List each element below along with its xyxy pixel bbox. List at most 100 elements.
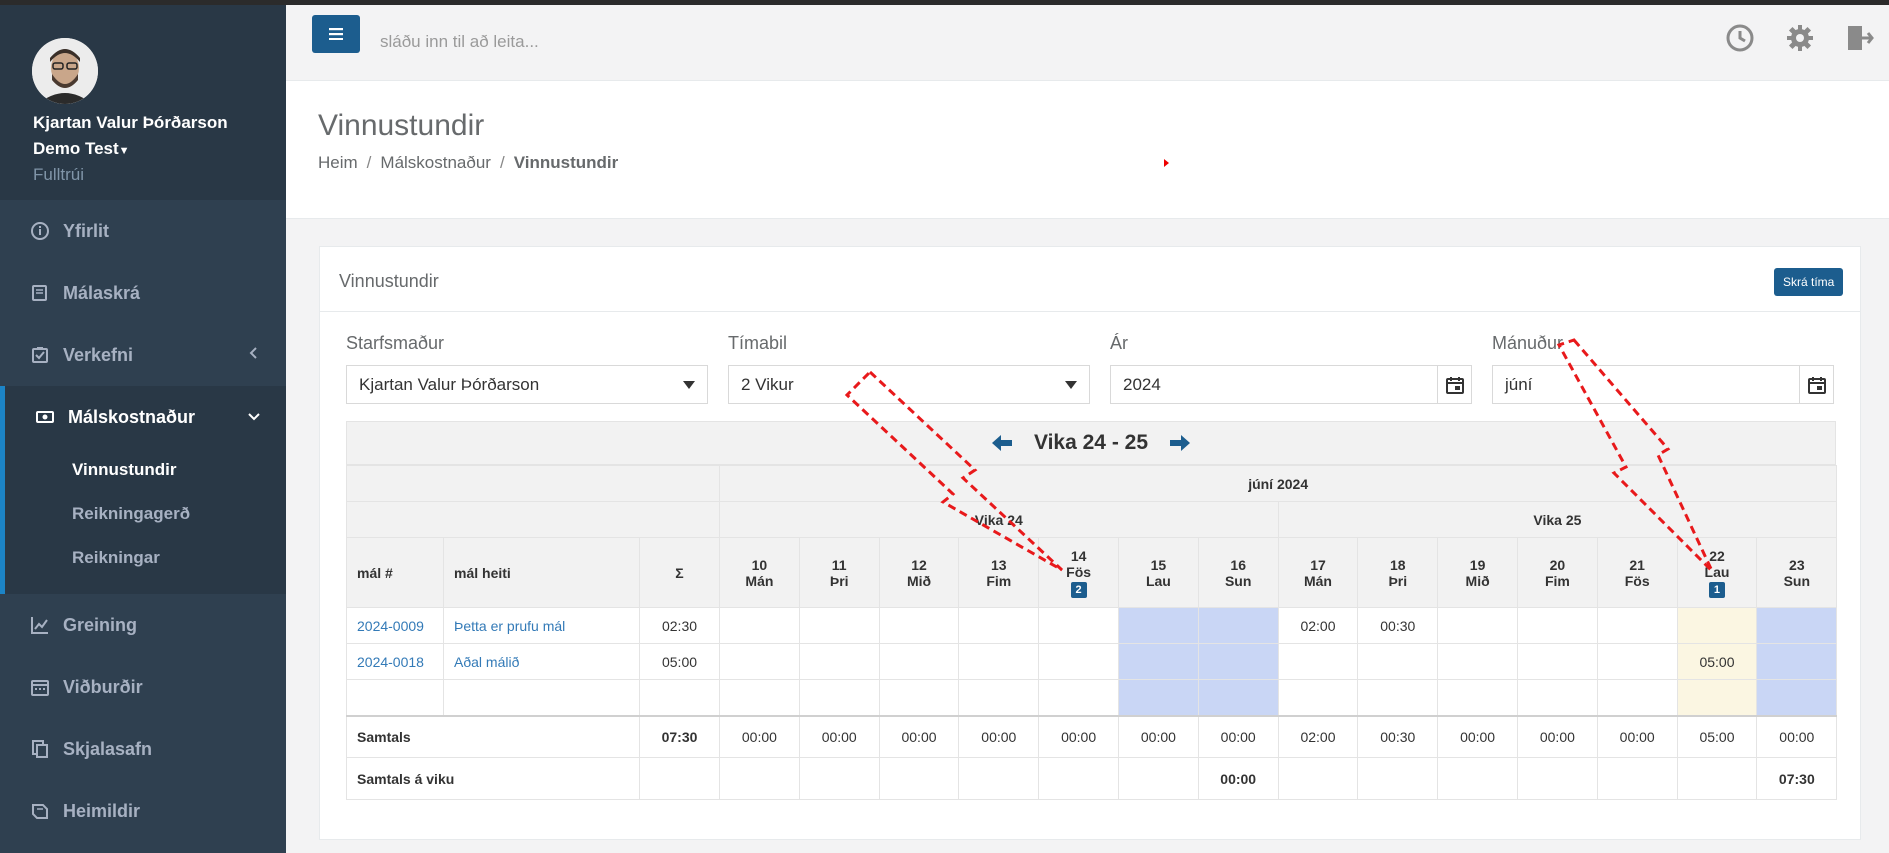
entry-count-badge[interactable]: 1 bbox=[1708, 581, 1726, 598]
month-field[interactable]: júní bbox=[1492, 365, 1834, 404]
sidebar-subitem-vinnustundir[interactable]: Vinnustundir bbox=[5, 448, 286, 492]
breadcrumb-home[interactable]: Heim bbox=[318, 153, 358, 172]
sidebar-item-malskostnadur-header[interactable]: Málskostnaður bbox=[5, 386, 286, 448]
time-cell[interactable] bbox=[1277, 679, 1359, 716]
time-cell[interactable] bbox=[1277, 643, 1359, 680]
period-value: 2 Vikur bbox=[741, 374, 794, 394]
month-header-row: júní 2024 bbox=[345, 465, 1838, 502]
gear-icon[interactable] bbox=[1785, 23, 1815, 53]
time-cell[interactable] bbox=[719, 607, 800, 644]
day-name: Fim bbox=[986, 572, 1012, 589]
sidebar-item-vidburdir[interactable]: Viðburðir bbox=[0, 656, 286, 718]
sidebar-subitem-reikningagerd[interactable]: Reikningagerð bbox=[5, 492, 286, 536]
calendar-icon[interactable] bbox=[1437, 366, 1471, 403]
register-time-button[interactable]: Skrá tíma bbox=[1774, 268, 1844, 296]
time-cell[interactable] bbox=[1197, 643, 1279, 680]
time-cell[interactable] bbox=[1596, 607, 1678, 644]
info-icon bbox=[31, 222, 49, 240]
time-cell[interactable] bbox=[1038, 607, 1119, 644]
time-cell[interactable] bbox=[1516, 679, 1598, 716]
time-cell[interactable] bbox=[1197, 607, 1279, 644]
time-cell[interactable] bbox=[1516, 607, 1598, 644]
time-cell[interactable] bbox=[1118, 643, 1199, 680]
time-cell[interactable] bbox=[1197, 679, 1279, 716]
time-cell[interactable] bbox=[719, 679, 800, 716]
menu-toggle-button[interactable] bbox=[312, 15, 360, 53]
sidebar-item-label: Skjalasafn bbox=[63, 738, 153, 759]
time-cell[interactable] bbox=[1596, 679, 1678, 716]
employee-select[interactable]: Kjartan Valur Þórðarson bbox=[346, 365, 708, 404]
time-cell[interactable] bbox=[1437, 643, 1518, 680]
time-cell[interactable]: 02:00 bbox=[1277, 607, 1359, 644]
time-cell[interactable] bbox=[1437, 679, 1518, 716]
sidebar-item-label: Greining bbox=[63, 614, 138, 635]
logout-icon[interactable] bbox=[1844, 23, 1874, 53]
search-input[interactable] bbox=[380, 27, 800, 57]
day-number: 10 bbox=[751, 556, 768, 573]
avatar[interactable] bbox=[32, 38, 98, 104]
time-cell[interactable] bbox=[1357, 643, 1439, 680]
time-cell[interactable] bbox=[1756, 643, 1838, 680]
sidebar-item-malaskra[interactable]: Málaskrá bbox=[0, 262, 286, 324]
time-cell[interactable] bbox=[1676, 679, 1758, 716]
time-cell[interactable] bbox=[1038, 679, 1119, 716]
day-number: 17 bbox=[1310, 556, 1326, 573]
table-row: 2024-0018 Aðal málið 05:00 05:00 bbox=[346, 643, 1838, 680]
case-name-link[interactable]: Aðal málið bbox=[454, 654, 519, 670]
day-number: 18 bbox=[1390, 556, 1406, 573]
case-name-cell bbox=[443, 679, 640, 716]
sidebar-item-verkefni[interactable]: Verkefni bbox=[0, 324, 286, 386]
clock-icon[interactable] bbox=[1725, 23, 1755, 53]
chevron-left-icon bbox=[249, 347, 257, 359]
breadcrumb-malskostnadur[interactable]: Málskostnaður bbox=[380, 153, 491, 172]
day-header: 18 Þri bbox=[1357, 537, 1439, 608]
day-number: 19 bbox=[1469, 556, 1486, 573]
company-dropdown[interactable]: Demo Test▼ bbox=[33, 139, 130, 159]
time-cell[interactable] bbox=[1357, 679, 1439, 716]
case-name-cell: Þetta er prufu mál bbox=[443, 607, 640, 644]
calendar-icon[interactable] bbox=[1799, 366, 1833, 403]
time-cell[interactable] bbox=[958, 607, 1040, 644]
sidebar-item-skjalasafn[interactable]: Skjalasafn bbox=[0, 718, 286, 780]
time-cell[interactable] bbox=[1038, 643, 1119, 680]
time-cell[interactable] bbox=[798, 679, 880, 716]
time-cell[interactable] bbox=[1118, 607, 1199, 644]
time-cell[interactable] bbox=[1118, 679, 1199, 716]
arrow-left-icon[interactable] bbox=[990, 433, 1014, 453]
day-header: 20 Fim bbox=[1516, 537, 1598, 608]
case-number-link[interactable]: 2024-0009 bbox=[357, 618, 424, 634]
case-name-link[interactable]: Þetta er prufu mál bbox=[454, 618, 565, 634]
case-number-link[interactable]: 2024-0018 bbox=[357, 654, 424, 670]
time-cell[interactable] bbox=[1437, 607, 1518, 644]
time-cell[interactable] bbox=[958, 679, 1040, 716]
sidebar-item-greining[interactable]: Greining bbox=[0, 594, 286, 656]
time-cell[interactable] bbox=[719, 643, 800, 680]
year-field[interactable]: 2024 bbox=[1110, 365, 1472, 404]
time-cell[interactable] bbox=[1756, 607, 1838, 644]
time-cell[interactable]: 05:00 bbox=[1676, 643, 1758, 680]
user-name: Kjartan Valur Þórðarson bbox=[33, 113, 228, 132]
time-cell[interactable] bbox=[958, 643, 1040, 680]
time-cell[interactable] bbox=[1596, 643, 1678, 680]
time-cell[interactable] bbox=[1516, 643, 1598, 680]
time-cell[interactable] bbox=[878, 679, 960, 716]
time-cell[interactable] bbox=[1676, 607, 1758, 644]
day-total: 00:00 bbox=[719, 715, 800, 758]
time-cell[interactable] bbox=[798, 643, 880, 680]
case-number-cell: 2024-0018 bbox=[346, 643, 444, 680]
time-cell[interactable]: 00:30 bbox=[1357, 607, 1439, 644]
time-cell[interactable] bbox=[878, 607, 960, 644]
time-cell[interactable] bbox=[1756, 679, 1838, 716]
time-cell[interactable] bbox=[878, 643, 960, 680]
week-navigator: Vika 24 - 25 bbox=[346, 421, 1836, 465]
case-name-cell: Aðal málið bbox=[443, 643, 640, 680]
sidebar-item-yfirlit[interactable]: Yfirlit bbox=[0, 200, 286, 262]
sidebar-subitem-reikningar[interactable]: Reikningar bbox=[5, 536, 286, 580]
company-label: Demo Test bbox=[33, 139, 119, 158]
period-select[interactable]: 2 Vikur bbox=[728, 365, 1090, 404]
case-number-cell: 2024-0009 bbox=[346, 607, 444, 644]
arrow-right-icon[interactable] bbox=[1168, 433, 1192, 453]
sidebar-item-heimildir[interactable]: Heimildir bbox=[0, 780, 286, 842]
entry-count-badge[interactable]: 2 bbox=[1070, 581, 1087, 598]
time-cell[interactable] bbox=[798, 607, 880, 644]
